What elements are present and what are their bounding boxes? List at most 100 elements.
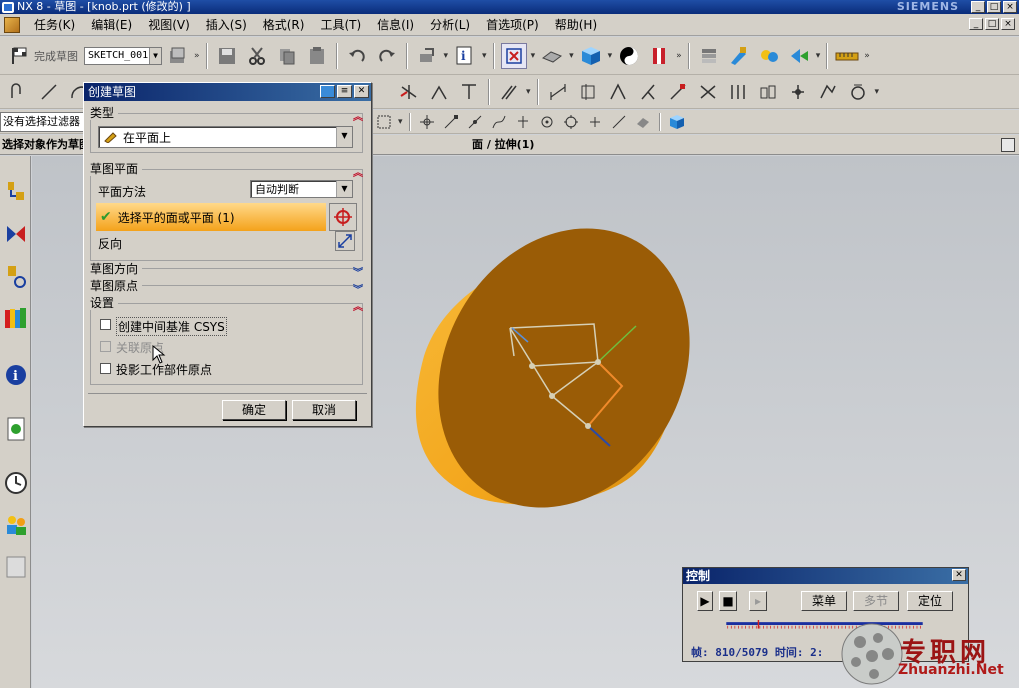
select-body-icon[interactable]	[667, 112, 687, 132]
select-face-row[interactable]: ✔ 选择平的面或平面 (1)	[96, 203, 326, 231]
control-close-icon[interactable]: ✕	[952, 569, 966, 581]
chevron-down-icon[interactable]: ▾	[526, 87, 531, 97]
crosshair-select-icon[interactable]	[329, 203, 357, 231]
section-view-icon[interactable]	[646, 43, 672, 69]
web-browser-icon[interactable]	[3, 414, 28, 444]
document-icon[interactable]	[4, 16, 20, 33]
arc-center-icon[interactable]	[537, 112, 557, 132]
menu-task[interactable]: 任务(K)	[26, 14, 83, 36]
intersection-icon[interactable]	[513, 112, 533, 132]
menu-tools[interactable]: 工具(T)	[312, 14, 369, 36]
multi-section-button[interactable]: 多节	[853, 591, 899, 611]
dialog-close-icon[interactable]: ✕	[354, 85, 369, 98]
save-icon[interactable]	[214, 43, 240, 69]
type-group-header[interactable]: 类型	[90, 106, 119, 120]
control-point-icon[interactable]	[489, 112, 509, 132]
assembly-navigator-icon[interactable]	[3, 178, 28, 208]
line-icon[interactable]	[36, 79, 62, 105]
toolbar-overflow-icon[interactable]: »	[194, 51, 200, 61]
type-select[interactable]: 在平面上 ▼	[98, 126, 353, 148]
history-icon[interactable]: i	[3, 360, 28, 390]
create-csys-label[interactable]: 创建中间基准 CSYS	[116, 317, 227, 336]
menu-preferences[interactable]: 首选项(P)	[478, 14, 547, 36]
alternate-solution-icon[interactable]	[725, 79, 751, 105]
cut-icon[interactable]	[244, 43, 270, 69]
menu-format[interactable]: 格式(R)	[255, 14, 313, 36]
close-button[interactable]: ×	[1003, 1, 1017, 13]
chevron-down-icon[interactable]: ▾	[398, 117, 403, 127]
collapse-plane-icon[interactable]: ︽	[353, 164, 363, 179]
doc-restore-button[interactable]: □	[985, 18, 999, 30]
collapse-type-icon[interactable]: ︽	[353, 108, 363, 123]
fit-view-icon[interactable]	[500, 42, 527, 69]
menu-info[interactable]: 信息(I)	[369, 14, 422, 36]
repeat-command-icon[interactable]	[414, 43, 440, 69]
chevron-down-icon[interactable]: ▾	[482, 51, 487, 61]
render-style-icon[interactable]	[539, 43, 565, 69]
reuse-library-icon[interactable]	[3, 304, 28, 334]
quick-trim-icon[interactable]	[396, 79, 422, 105]
quick-extend-icon[interactable]	[426, 79, 452, 105]
menu-view[interactable]: 视图(V)	[140, 14, 198, 36]
plane-method-select[interactable]: 自动判断 ▼	[250, 180, 353, 198]
offset-curve-icon[interactable]	[496, 79, 522, 105]
animate-dimension-icon[interactable]	[665, 79, 691, 105]
constraint-icon[interactable]	[575, 79, 601, 105]
collapse-settings-icon[interactable]: ︽	[353, 298, 363, 313]
selection-filter-field[interactable]: 没有选择过滤器	[0, 112, 86, 132]
toolbar-overflow-icon[interactable]: »	[676, 51, 682, 61]
system-materials-icon[interactable]	[3, 552, 28, 582]
menu-edit[interactable]: 编辑(E)	[83, 14, 140, 36]
timeline-slider[interactable]	[687, 620, 962, 630]
convert-reference-icon[interactable]	[695, 79, 721, 105]
finish-sketch-flag-icon[interactable]	[6, 43, 32, 69]
sketch-orientation-group-header[interactable]: 草图方向	[90, 262, 143, 276]
layer-settings-icon[interactable]	[696, 43, 722, 69]
menu-button[interactable]: 菜单	[801, 591, 847, 611]
undo-icon[interactable]	[344, 43, 370, 69]
dialog-reset-icon[interactable]	[320, 85, 335, 98]
select-rectangle-icon[interactable]	[374, 112, 394, 132]
project-origin-checkbox[interactable]	[100, 363, 111, 374]
chevron-down-icon[interactable]: ▾	[444, 51, 449, 61]
associative-origin-checkbox[interactable]	[100, 341, 111, 352]
chevron-down-icon[interactable]: ▾	[531, 51, 536, 61]
dialog-menu-icon[interactable]: ≡	[337, 85, 352, 98]
existing-point-icon[interactable]	[585, 112, 605, 132]
ok-button[interactable]: 确定	[222, 400, 286, 420]
expand-orientation-icon[interactable]: ︾	[353, 264, 363, 279]
infer-constraints-icon[interactable]	[755, 79, 781, 105]
move-object-icon[interactable]	[786, 43, 812, 69]
knob-top-face[interactable]	[389, 183, 739, 554]
locate-button[interactable]: 定位	[907, 591, 953, 611]
clock-icon[interactable]	[3, 468, 28, 498]
constraint-navigator-icon[interactable]	[3, 220, 28, 250]
point-on-curve-icon[interactable]	[609, 112, 629, 132]
menu-help[interactable]: 帮助(H)	[547, 14, 605, 36]
redo-icon[interactable]	[374, 43, 400, 69]
sketch-plane-group-header[interactable]: 草图平面	[90, 162, 143, 176]
cancel-button[interactable]: 取消	[292, 400, 356, 420]
show-constraints-icon[interactable]	[635, 79, 661, 105]
menu-analysis[interactable]: 分析(L)	[422, 14, 478, 36]
measure-distance-icon[interactable]	[834, 43, 860, 69]
create-csys-checkbox[interactable]	[100, 319, 111, 330]
timeline-playhead[interactable]	[757, 620, 760, 629]
relations-browser-icon[interactable]	[785, 79, 811, 105]
maximize-graphics-icon[interactable]	[1001, 138, 1015, 152]
chevron-down-icon[interactable]: ▾	[875, 87, 880, 97]
snap-point-icon[interactable]	[417, 112, 437, 132]
show-hide-icon[interactable]	[756, 43, 782, 69]
chevron-down-icon[interactable]: ▾	[816, 51, 821, 61]
profile-icon[interactable]	[6, 79, 32, 105]
maximize-button[interactable]: □	[987, 1, 1001, 13]
minimize-button[interactable]: _	[971, 1, 985, 13]
auto-constraint-icon[interactable]	[605, 79, 631, 105]
next-frame-button[interactable]: ▸	[749, 591, 767, 611]
evaluate-sketch-icon[interactable]	[845, 79, 871, 105]
end-point-icon[interactable]	[441, 112, 461, 132]
menu-insert[interactable]: 插入(S)	[198, 14, 255, 36]
edit-object-display-icon[interactable]	[726, 43, 752, 69]
roles-icon[interactable]	[3, 510, 28, 540]
stop-button[interactable]: ■	[719, 591, 737, 611]
